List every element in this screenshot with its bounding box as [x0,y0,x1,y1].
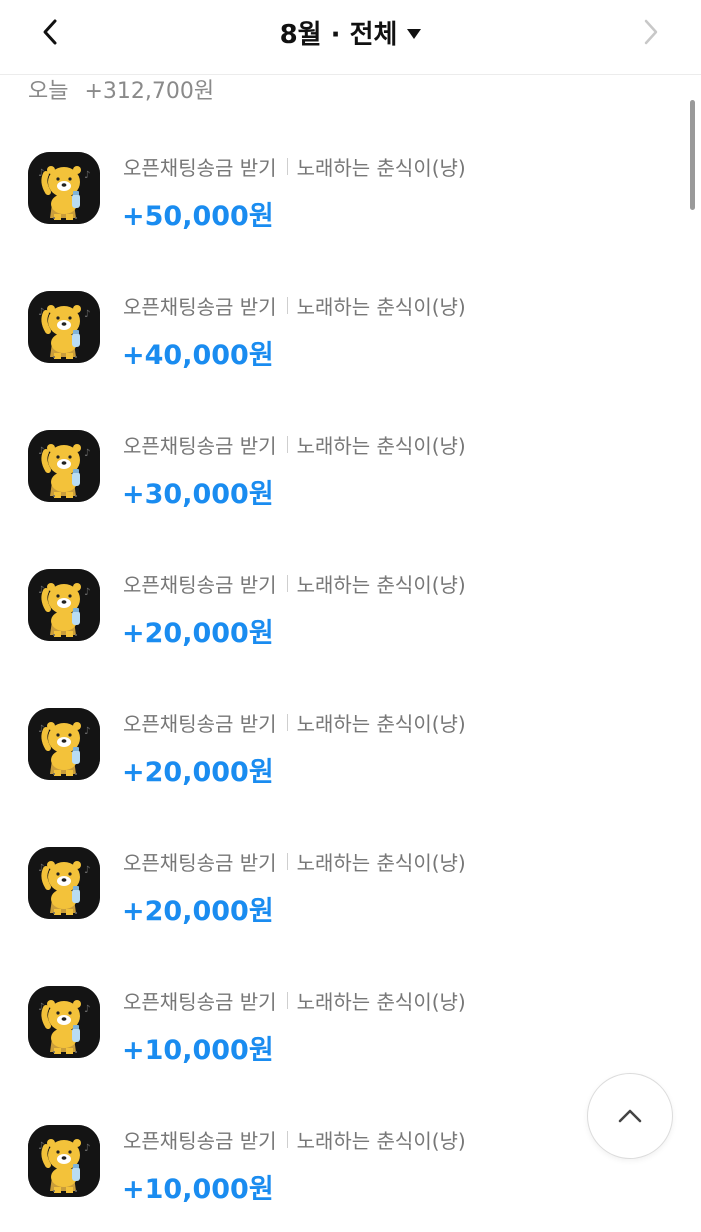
transaction-row[interactable]: ♪ ♪ 오픈채팅송금 받기 [0,676,701,815]
avatar: ♪ ♪ [28,986,100,1058]
singing-character-icon: ♪ ♪ [28,847,100,919]
today-summary: 오늘 +312,700원 [28,74,214,104]
transaction-type: 오픈채팅송금 받기 [123,1129,277,1153]
divider [286,992,288,1009]
page-title: 8월 · 전체 [279,20,398,50]
divider [286,714,288,731]
svg-text:♪: ♪ [84,1143,90,1154]
transaction-list: ♪ ♪ 오픈채팅송금 받기 노래하는 춘식이(냥) +50,000원 ♪ ♪ 오… [0,120,701,1232]
transaction-row[interactable]: ♪ ♪ 오픈채팅송금 받기 [0,954,701,1093]
transaction-counterparty: 노래하는 춘식이(냥) [296,990,466,1014]
transaction-counterparty: 노래하는 춘식이(냥) [296,1129,466,1153]
transaction-amount: +50,000원 [122,201,274,232]
transaction-description: 오픈채팅송금 받기 노래하는 춘식이(냥) [123,847,466,876]
transaction-amount: +20,000원 [122,618,274,649]
svg-text:♪: ♪ [84,865,90,876]
avatar: ♪ ♪ [28,847,100,919]
transaction-row[interactable]: ♪ ♪ 오픈채팅송금 받기 [0,537,701,676]
singing-character-icon: ♪ ♪ [28,1125,100,1197]
today-label: 오늘 [28,79,69,104]
avatar: ♪ ♪ [28,708,100,780]
transaction-description: 오픈채팅송금 받기 노래하는 춘식이(냥) [123,569,466,598]
svg-text:♪: ♪ [84,726,90,737]
transaction-description: 오픈채팅송금 받기 노래하는 춘식이(냥) [123,430,466,459]
transaction-amount: +10,000원 [122,1035,274,1066]
svg-text:♪: ♪ [84,1004,90,1015]
avatar: ♪ ♪ [28,430,100,502]
singing-character-icon: ♪ ♪ [28,986,100,1058]
transaction-counterparty: 노래하는 춘식이(냥) [296,851,466,875]
transaction-row[interactable]: ♪ ♪ 오픈채팅송금 받기 [0,398,701,537]
singing-character-icon: ♪ ♪ [28,152,100,224]
transaction-description: 오픈채팅송금 받기 노래하는 춘식이(냥) [123,1125,466,1154]
transaction-counterparty: 노래하는 춘식이(냥) [296,295,466,319]
singing-character-icon: ♪ ♪ [28,430,100,502]
transaction-type: 오픈채팅송금 받기 [123,573,277,597]
divider [286,1131,288,1148]
avatar: ♪ ♪ [28,152,100,224]
transaction-description: 오픈채팅송금 받기 노래하는 춘식이(냥) [123,708,466,737]
transaction-row[interactable]: ♪ ♪ 오픈채팅송금 받기 [0,815,701,954]
chevron-right-icon [644,19,658,45]
transaction-type: 오픈채팅송금 받기 [123,434,277,458]
month-filter-dropdown[interactable]: 8월 · 전체 [280,14,422,51]
transaction-description: 오픈채팅송금 받기 노래하는 춘식이(냥) [123,291,466,320]
transaction-amount: +30,000원 [122,479,274,510]
next-month-button[interactable] [631,12,671,52]
caret-down-icon [407,28,422,39]
transaction-type: 오픈채팅송금 받기 [123,295,277,319]
scroll-to-top-button[interactable] [587,1073,673,1159]
transaction-counterparty: 노래하는 춘식이(냥) [296,434,466,458]
top-bar: 8월 · 전체 [0,0,701,75]
transaction-type: 오픈채팅송금 받기 [123,990,277,1014]
transaction-type: 오픈채팅송금 받기 [123,156,277,180]
transaction-counterparty: 노래하는 춘식이(냥) [296,573,466,597]
divider [286,436,288,453]
transaction-type: 오픈채팅송금 받기 [123,712,277,736]
scrollbar[interactable] [690,100,695,210]
singing-character-icon: ♪ ♪ [28,708,100,780]
singing-character-icon: ♪ ♪ [28,569,100,641]
avatar: ♪ ♪ [28,291,100,363]
chevron-up-icon [618,1109,642,1123]
transaction-counterparty: 노래하는 춘식이(냥) [296,156,466,180]
divider [286,158,288,175]
transaction-amount: +20,000원 [122,896,274,927]
svg-text:♪: ♪ [84,170,90,181]
divider [286,853,288,870]
transaction-description: 오픈채팅송금 받기 노래하는 춘식이(냥) [123,986,466,1015]
transaction-amount: +20,000원 [122,757,274,788]
transaction-amount: +10,000원 [122,1174,274,1205]
today-total-amount: +312,700원 [84,79,215,104]
divider [286,575,288,592]
transaction-counterparty: 노래하는 춘식이(냥) [296,712,466,736]
transaction-row[interactable]: ♪ ♪ 오픈채팅송금 받기 [0,259,701,398]
divider [286,297,288,314]
singing-character-icon: ♪ ♪ [28,291,100,363]
transaction-row[interactable]: ♪ ♪ 오픈채팅송금 받기 [0,120,701,259]
avatar: ♪ ♪ [28,1125,100,1197]
transaction-description: 오픈채팅송금 받기 노래하는 춘식이(냥) [123,152,466,181]
svg-text:♪: ♪ [84,587,90,598]
avatar: ♪ ♪ [28,569,100,641]
transaction-amount: +40,000원 [122,340,274,371]
svg-text:♪: ♪ [84,448,90,459]
svg-text:♪: ♪ [84,309,90,320]
transaction-type: 오픈채팅송금 받기 [123,851,277,875]
